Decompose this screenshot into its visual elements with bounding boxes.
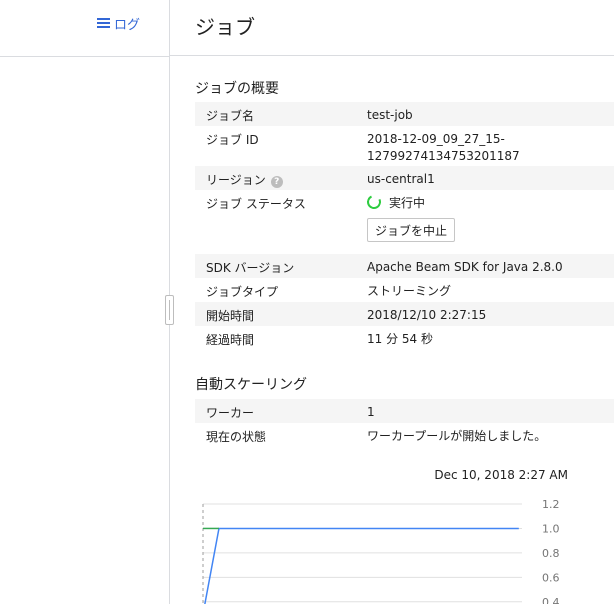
sdk-version-value: Apache Beam SDK for Java 2.8.0: [367, 260, 563, 274]
list-icon: [97, 18, 110, 29]
header: ジョブ: [170, 0, 614, 56]
y-tick-label: 1.2: [542, 498, 560, 511]
panel-resize-handle[interactable]: [165, 295, 174, 325]
job-status-value: 実行中: [389, 196, 426, 210]
log-link-label: ログ: [114, 18, 141, 33]
job-summary-title: ジョブの概要: [195, 81, 279, 97]
region-label-wrap: リージョン?: [206, 171, 283, 188]
job-status-label: ジョブ ステータス: [206, 197, 306, 211]
job-status-value-wrap: 実行中: [365, 193, 426, 212]
start-time-value: 2018/12/10 2:27:15: [367, 308, 487, 322]
job-id-value: 2018-12-09_09_27_15- 1279927413475320118…: [367, 131, 520, 165]
y-tick-label: 0.4: [542, 596, 560, 604]
autoscaling-title: 自動スケーリング: [195, 377, 307, 393]
job-id-line1: 2018-12-09_09_27_15-: [367, 132, 505, 146]
row-job-name: ジョブ名 test-job: [195, 102, 614, 126]
y-tick-label: 1.0: [542, 522, 560, 535]
row-start-time: 開始時間 2018/12/10 2:27:15: [195, 302, 614, 326]
stop-job-button[interactable]: ジョブを中止: [367, 218, 456, 242]
elapsed-time-value: 11 分 54 秒: [367, 332, 433, 346]
chart-timestamp: Dec 10, 2018 2:27 AM: [434, 468, 568, 482]
job-type-label: ジョブタイプ: [206, 285, 279, 299]
current-state-label: 現在の状態: [206, 430, 267, 444]
log-link[interactable]: ログ: [97, 14, 140, 33]
worker-count-chart: 1.2 1.0 0.8 0.6 0.4: [202, 498, 560, 604]
row-job-status: ジョブ ステータス 実行中 ジョブを中止: [195, 190, 614, 254]
help-icon[interactable]: ?: [270, 176, 283, 188]
row-elapsed-time: 経過時間 11 分 54 秒: [195, 326, 614, 350]
row-job-id: ジョブ ID 2018-12-09_09_27_15- 127992741347…: [195, 126, 614, 166]
row-sdk-version: SDK バージョン Apache Beam SDK for Java 2.8.0: [195, 254, 614, 278]
y-tick-label: 0.8: [542, 547, 560, 560]
row-region: リージョン? us-central1: [195, 166, 614, 190]
left-divider: [0, 56, 170, 57]
row-current-state: 現在の状態 ワーカープールが開始しました。: [195, 423, 614, 447]
y-tick-label: 0.6: [542, 571, 560, 584]
left-panel: ログ: [0, 0, 170, 604]
elapsed-time-label: 経過時間: [206, 333, 255, 347]
series-line-1: [204, 527, 519, 604]
row-workers: ワーカー 1: [195, 399, 614, 423]
workers-value: 1: [367, 405, 375, 419]
region-value: us-central1: [367, 172, 435, 186]
job-id-label: ジョブ ID: [206, 133, 259, 147]
running-icon: [365, 193, 383, 211]
job-name-value: test-job: [367, 108, 413, 122]
page-title: ジョブ: [195, 15, 255, 39]
job-name-label: ジョブ名: [206, 109, 255, 123]
job-id-line2: 12799274134753201187: [367, 149, 520, 163]
row-job-type: ジョブタイプ ストリーミング: [195, 278, 614, 302]
job-type-value: ストリーミング: [367, 284, 452, 298]
region-label: リージョン: [206, 173, 266, 187]
sdk-version-label: SDK バージョン: [206, 261, 295, 275]
current-state-value: ワーカープールが開始しました。: [367, 429, 547, 443]
start-time-label: 開始時間: [206, 309, 255, 323]
workers-label: ワーカー: [206, 406, 255, 420]
